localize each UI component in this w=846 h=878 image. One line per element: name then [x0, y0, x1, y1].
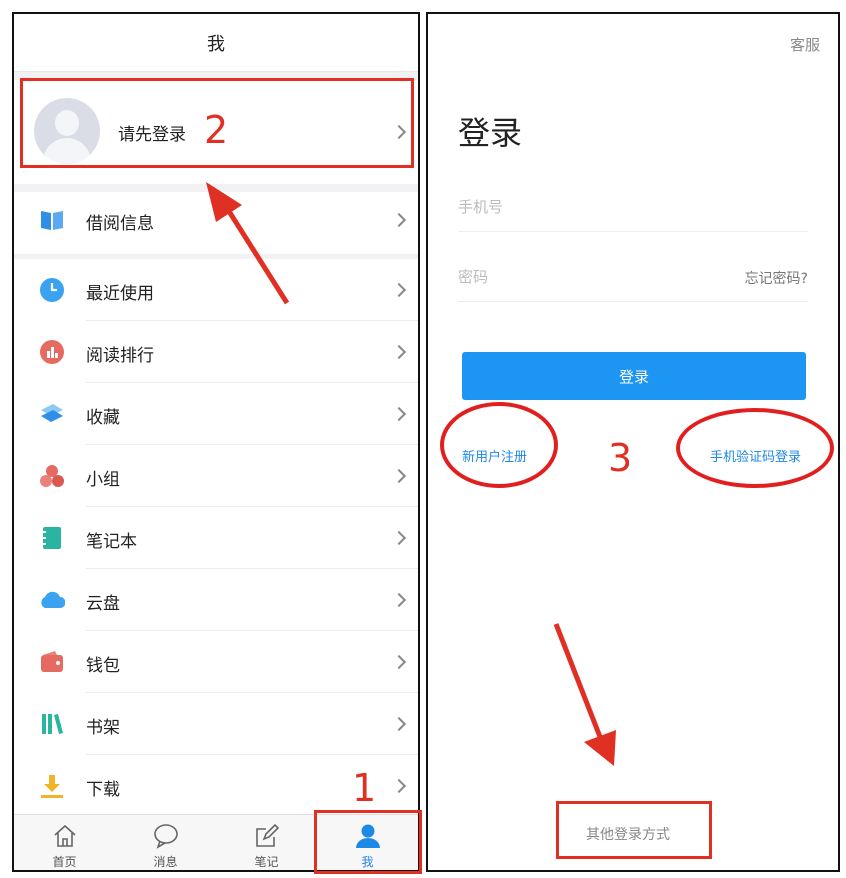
annotation-arrow-down — [553, 623, 616, 766]
annotation-arrows — [206, 182, 616, 766]
annotation-arrow-up — [206, 182, 290, 305]
